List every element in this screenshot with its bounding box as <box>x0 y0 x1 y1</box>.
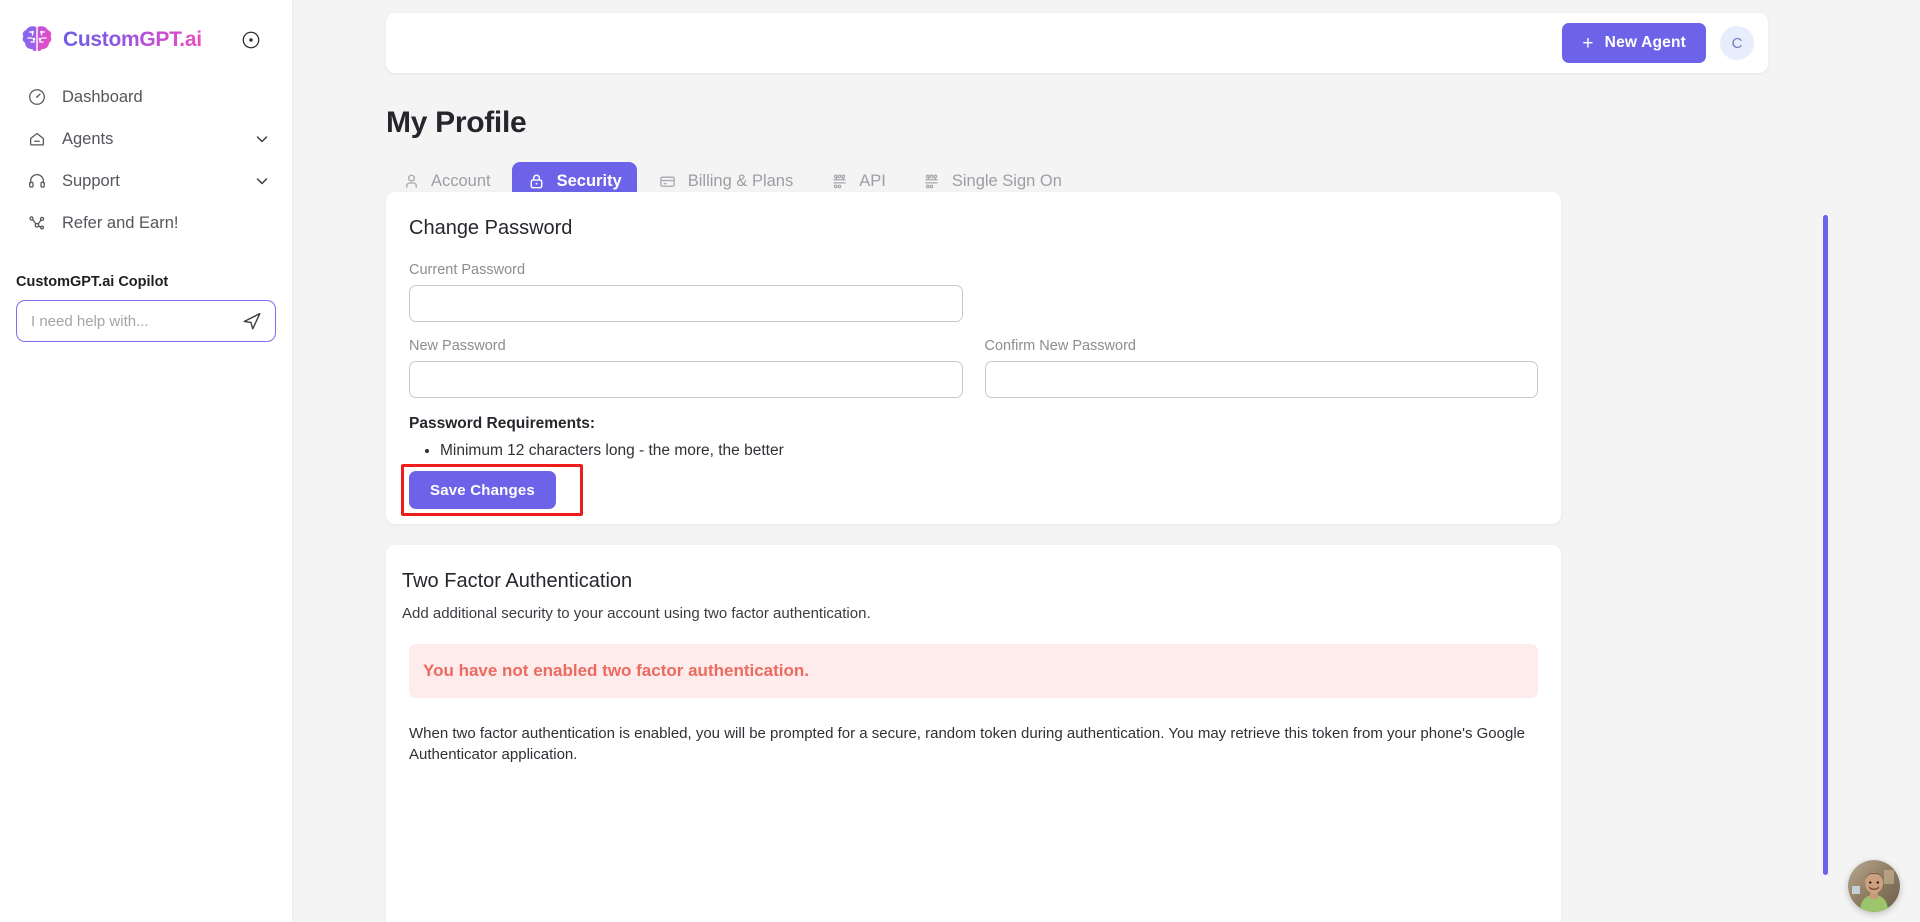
plus-icon: + <box>1582 32 1594 54</box>
agents-home-icon <box>26 128 48 150</box>
new-agent-button[interactable]: + New Agent <box>1562 23 1706 63</box>
tab-label: Account <box>431 171 491 190</box>
chevron-down-icon[interactable] <box>254 131 270 147</box>
sidebar-item-label: Agents <box>62 129 114 148</box>
sidebar-item-agents[interactable]: Agents <box>0 118 292 160</box>
lock-icon <box>527 171 547 191</box>
password-requirements-title: Password Requirements: <box>409 415 596 432</box>
sidebar-item-dashboard[interactable]: Dashboard <box>0 76 292 118</box>
chevron-down-icon[interactable] <box>254 173 270 189</box>
change-password-form: Current Password New Password Confirm Ne… <box>386 240 1561 398</box>
change-password-heading: Change Password <box>409 217 573 239</box>
sidebar-item-label: Refer and Earn! <box>62 213 179 232</box>
change-password-card: Change Password Current Password New Pas… <box>386 192 1561 524</box>
page-scrollbar[interactable] <box>1823 215 1828 875</box>
tab-label: Security <box>556 171 622 190</box>
sidebar-nav: Dashboard Agents Support Refer and Earn! <box>0 76 292 244</box>
spacer-cell <box>985 262 1539 322</box>
new-password-group: New Password <box>409 338 963 398</box>
collapse-sidebar-icon[interactable] <box>240 29 262 51</box>
tab-label: Billing & Plans <box>687 171 794 190</box>
copilot-input-placeholder[interactable]: I need help with... <box>31 313 241 330</box>
password-requirement-item: Minimum 12 characters long - the more, t… <box>440 439 1561 462</box>
confirm-password-label: Confirm New Password <box>984 338 1137 354</box>
confirm-password-group: Confirm New Password <box>984 338 1538 398</box>
confirm-password-input[interactable] <box>984 361 1538 398</box>
new-agent-label: New Agent <box>1604 34 1686 51</box>
tab-label: API <box>859 171 886 190</box>
support-chat-widget[interactable] <box>1848 860 1900 912</box>
send-paper-plane-icon[interactable] <box>241 310 263 332</box>
new-password-label: New Password <box>409 338 506 354</box>
sidebar-item-label: Support <box>62 171 120 190</box>
sidebar-item-support[interactable]: Support <box>0 160 292 202</box>
dashboard-gauge-icon <box>26 86 48 108</box>
top-bar: + New Agent C <box>386 13 1768 73</box>
credit-card-icon <box>658 171 678 191</box>
brain-logo-icon <box>20 23 54 57</box>
brand-name: CustomGPT.ai <box>63 28 202 51</box>
two-factor-heading: Two Factor Authentication <box>402 570 633 592</box>
sidebar: CustomGPT.ai Dashboard Agents Support Re… <box>0 0 293 922</box>
support-agent-avatar <box>1848 860 1900 912</box>
page-title: My Profile <box>386 106 527 140</box>
current-password-group: Current Password <box>409 262 963 322</box>
api-nodes-icon <box>829 171 849 191</box>
two-factor-card: Two Factor Authentication Add additional… <box>386 545 1561 922</box>
referral-share-icon <box>26 212 48 234</box>
two-factor-status-alert: You have not enabled two factor authenti… <box>409 644 1538 698</box>
user-avatar[interactable]: C <box>1720 26 1754 60</box>
api-nodes-icon <box>922 171 942 191</box>
two-factor-body-text: When two factor authentication is enable… <box>409 725 1526 763</box>
avatar-initial: C <box>1731 34 1743 52</box>
copilot-title: CustomGPT.ai Copilot <box>16 274 169 290</box>
main-content: + New Agent C My Profile Account Securit… <box>293 0 1920 922</box>
password-requirements-list: Minimum 12 characters long - the more, t… <box>386 439 1561 462</box>
support-headset-icon <box>26 170 48 192</box>
person-icon <box>401 171 421 191</box>
sidebar-logo-row: CustomGPT.ai <box>0 0 292 62</box>
new-password-input[interactable] <box>409 361 963 398</box>
two-factor-subtitle: Add additional security to your account … <box>402 605 871 622</box>
sidebar-item-refer-and-earn[interactable]: Refer and Earn! <box>0 202 292 244</box>
sidebar-item-label: Dashboard <box>62 87 143 106</box>
tab-label: Single Sign On <box>951 171 1062 190</box>
current-password-label: Current Password <box>409 262 526 278</box>
two-factor-alert-text: You have not enabled two factor authenti… <box>423 661 809 680</box>
app-root: CustomGPT.ai Dashboard Agents Support Re… <box>0 0 1920 922</box>
copilot-input-wrapper[interactable]: I need help with... <box>16 300 276 342</box>
save-changes-wrapper: Save Changes <box>401 464 583 517</box>
save-changes-button[interactable]: Save Changes <box>409 471 556 510</box>
current-password-input[interactable] <box>409 285 963 322</box>
